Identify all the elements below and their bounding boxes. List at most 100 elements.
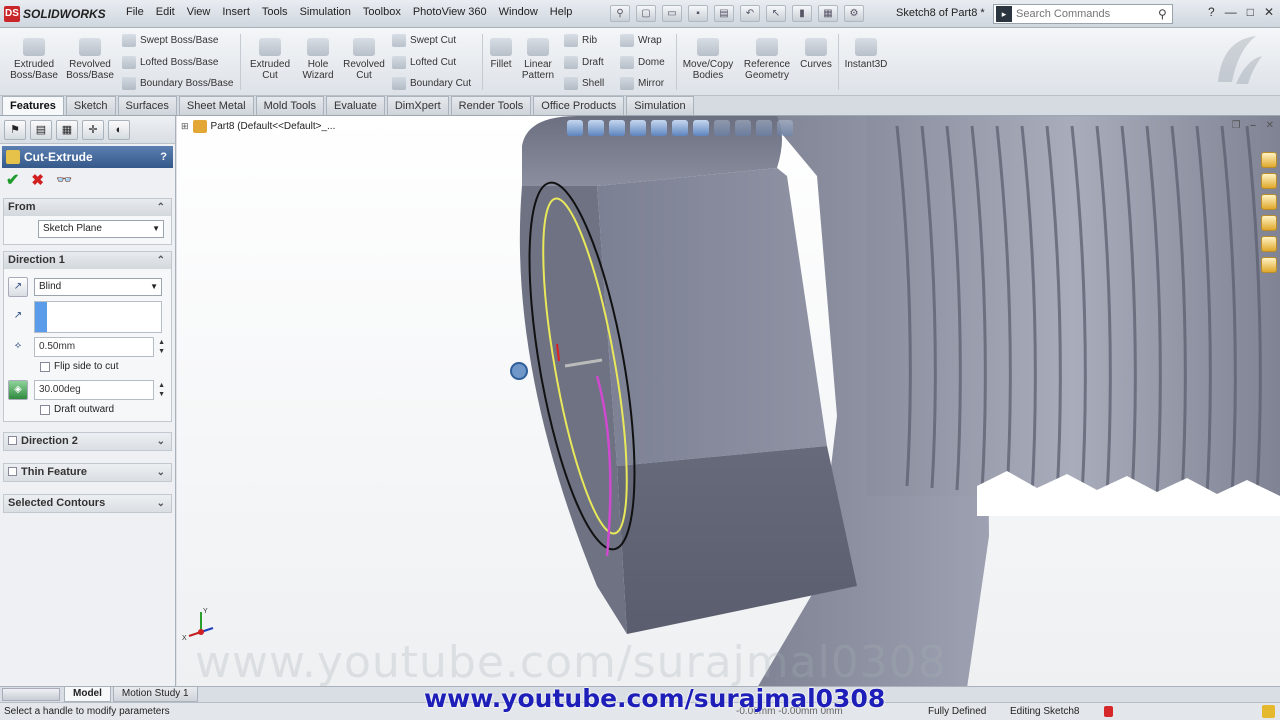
end-condition-select[interactable]: Blind ▼ — [34, 278, 162, 296]
new-document-icon[interactable]: ▢ — [636, 5, 656, 22]
tab-office-products[interactable]: Office Products — [533, 96, 625, 115]
extruded-boss-button[interactable]: Extruded Boss/Base — [8, 38, 60, 81]
model-render[interactable] — [177, 116, 1280, 688]
hide-show-items-icon[interactable] — [714, 120, 730, 136]
lofted-boss-button[interactable]: Lofted Boss/Base — [122, 56, 218, 69]
menu-view[interactable]: View — [187, 6, 211, 18]
configuration-manager-icon[interactable]: ▦ — [56, 120, 78, 140]
boundary-cut-button[interactable]: Boundary Cut — [392, 77, 471, 90]
expand-icon[interactable]: ⌄ — [157, 495, 165, 512]
help-icon[interactable]: ? — [1208, 5, 1215, 19]
move-copy-bodies-button[interactable]: Move/Copy Bodies — [680, 38, 736, 81]
pin-icon[interactable]: ⚲ — [610, 5, 630, 22]
dimxpert-manager-icon[interactable]: ✛ — [82, 120, 104, 140]
menu-simulation[interactable]: Simulation — [300, 6, 351, 18]
checkbox-icon[interactable] — [40, 404, 50, 415]
ok-check-icon[interactable]: ✔ — [6, 170, 19, 190]
curves-button[interactable]: Curves — [796, 38, 836, 70]
minimize-icon[interactable]: ⎯ — [1251, 120, 1256, 131]
linear-pattern-button[interactable]: Linear Pattern — [516, 38, 560, 81]
instant3d-button[interactable]: Instant3D — [840, 38, 892, 70]
design-library-icon[interactable] — [1261, 173, 1277, 189]
rebuild-indicator-icon[interactable] — [1104, 706, 1113, 717]
extruded-cut-button[interactable]: Extruded Cut — [244, 38, 296, 81]
menu-help[interactable]: Help — [550, 6, 573, 18]
section-direction-2[interactable]: Direction 2 ⌄ — [3, 432, 172, 451]
previous-view-icon[interactable] — [609, 120, 625, 136]
from-select[interactable]: Sketch Plane ▼ — [38, 220, 164, 238]
direction-selection-box[interactable] — [34, 301, 162, 333]
print-icon[interactable]: ▤ — [714, 5, 734, 22]
section-view-icon[interactable] — [630, 120, 646, 136]
expand-icon[interactable]: ⊞ — [181, 121, 189, 132]
menu-edit[interactable]: Edit — [156, 6, 175, 18]
menu-toolbox[interactable]: Toolbox — [363, 6, 401, 18]
spin-arrows-icon[interactable]: ▲ ▼ — [158, 381, 165, 399]
options-icon[interactable]: ⚙ — [844, 5, 864, 22]
checkbox-icon[interactable] — [40, 361, 50, 372]
checkbox-icon[interactable] — [8, 436, 17, 445]
apply-scene-icon[interactable] — [756, 120, 772, 136]
tab-dimxpert[interactable]: DimXpert — [386, 96, 449, 115]
tab-sketch[interactable]: Sketch — [65, 96, 116, 115]
mirror-button[interactable]: Mirror — [620, 77, 664, 90]
revolved-cut-button[interactable]: Revolved Cut — [338, 38, 390, 81]
menu-insert[interactable]: Insert — [222, 6, 250, 18]
wrap-button[interactable]: Wrap — [620, 34, 662, 47]
expand-icon[interactable]: ⌄ — [157, 464, 165, 481]
menu-photoview[interactable]: PhotoView 360 — [413, 6, 487, 18]
display-manager-icon[interactable]: ◐ — [108, 120, 130, 140]
zoom-to-fit-icon[interactable] — [567, 120, 583, 136]
tab-surfaces[interactable]: Surfaces — [117, 96, 177, 115]
view-palette-icon[interactable] — [1261, 215, 1277, 231]
lofted-cut-button[interactable]: Lofted Cut — [392, 56, 456, 69]
fillet-button[interactable]: Fillet — [484, 38, 518, 70]
swept-cut-button[interactable]: Swept Cut — [392, 34, 456, 47]
property-manager-icon[interactable]: ▤ — [30, 120, 52, 140]
swept-boss-button[interactable]: Swept Boss/Base — [122, 34, 218, 47]
tab-sheet-metal[interactable]: Sheet Metal — [178, 96, 254, 115]
quick-tips-icon[interactable] — [1262, 705, 1275, 718]
pm-help-button[interactable]: ? — [160, 151, 167, 163]
shell-button[interactable]: Shell — [564, 77, 604, 90]
cancel-x-icon[interactable]: ✖ — [31, 171, 44, 189]
open-icon[interactable]: ▭ — [662, 5, 682, 22]
undo-icon[interactable]: ↶ — [740, 5, 760, 22]
checkbox-icon[interactable] — [8, 467, 17, 476]
tab-mold-tools[interactable]: Mold Tools — [255, 96, 325, 115]
file-explorer-icon[interactable] — [1261, 194, 1277, 210]
draft-button[interactable]: Draft — [564, 56, 604, 69]
reference-geometry-button[interactable]: Reference Geometry — [740, 38, 794, 81]
select-icon[interactable]: ↖ — [766, 5, 786, 22]
rib-button[interactable]: Rib — [564, 34, 597, 47]
draft-angle-spinbox[interactable]: 30.00deg ▲ ▼ — [34, 380, 165, 400]
detailed-preview-icon[interactable]: 👓 — [56, 172, 72, 188]
tab-scroll-buttons[interactable] — [2, 688, 60, 701]
appearances-icon[interactable] — [1261, 236, 1277, 252]
search-input[interactable] — [1016, 8, 1156, 20]
tab-motion-study[interactable]: Motion Study 1 — [112, 687, 198, 702]
flip-side-checkbox[interactable]: Flip side to cut — [40, 361, 167, 372]
revolved-boss-button[interactable]: Revolved Boss/Base — [64, 38, 116, 81]
tab-features[interactable]: Features — [2, 96, 64, 115]
section-selected-contours[interactable]: Selected Contours ⌄ — [3, 494, 172, 513]
collapse-icon[interactable]: ⌃ — [157, 252, 165, 269]
view-orientation-icon[interactable] — [672, 120, 688, 136]
dynamic-annotation-icon[interactable] — [651, 120, 667, 136]
display-style-icon[interactable] — [693, 120, 709, 136]
minimize-icon[interactable]: — — [1225, 5, 1237, 19]
edit-appearance-icon[interactable] — [735, 120, 751, 136]
rebuild-icon[interactable]: ▮ — [792, 5, 812, 22]
depth-spinbox[interactable]: 0.50mm ▲ ▼ — [34, 337, 165, 357]
tab-render-tools[interactable]: Render Tools — [450, 96, 532, 115]
draft-outward-checkbox[interactable]: Draft outward — [40, 404, 167, 415]
menu-tools[interactable]: Tools — [262, 6, 288, 18]
tab-simulation[interactable]: Simulation — [626, 96, 694, 115]
close-icon[interactable]: ✕ — [1266, 120, 1274, 131]
boundary-boss-button[interactable]: Boundary Boss/Base — [122, 77, 233, 90]
tab-evaluate[interactable]: Evaluate — [326, 96, 385, 115]
custom-properties-icon[interactable] — [1261, 257, 1277, 273]
feature-tree-icon[interactable]: ⚑ — [4, 120, 26, 140]
search-commands[interactable]: ▸ ⚲ — [993, 4, 1173, 24]
feature-tree-flyout[interactable]: ⊞ Part8 (Default<<Default>_... — [181, 120, 335, 133]
